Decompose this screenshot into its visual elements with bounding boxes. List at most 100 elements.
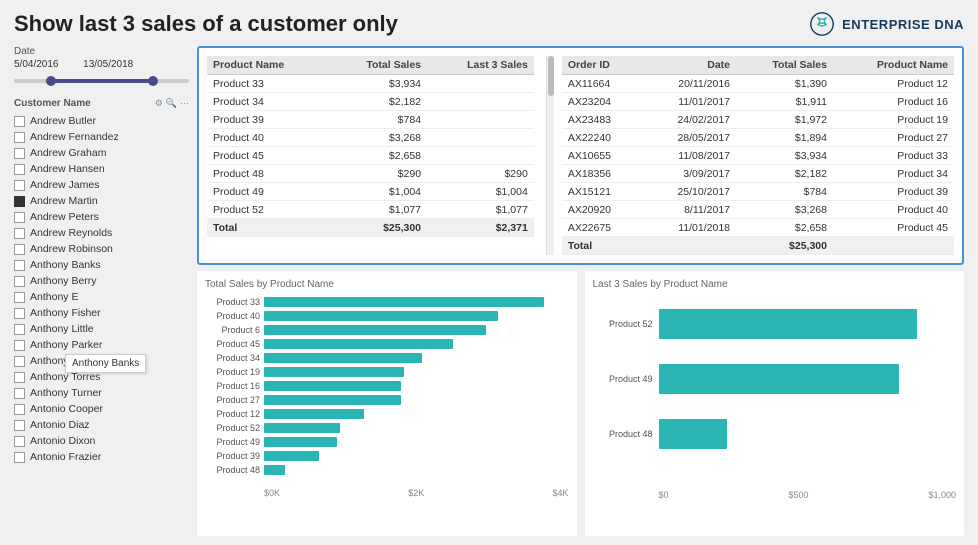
cell-last3: $1,077 — [427, 201, 534, 219]
customer-checkbox[interactable] — [14, 164, 25, 175]
bar-label: Product 6 — [205, 325, 260, 335]
bar-row: Product 45 — [205, 338, 569, 350]
customer-checkbox[interactable] — [14, 372, 25, 383]
table-row: Product 48$290$290 — [207, 165, 534, 183]
customer-checkbox[interactable] — [14, 148, 25, 159]
customer-checkbox[interactable] — [14, 132, 25, 143]
bar-label: Product 16 — [205, 381, 260, 391]
customer-item[interactable]: Anthony Turner — [14, 385, 189, 401]
customer-item[interactable]: Antonio Dixon — [14, 433, 189, 449]
search-icon[interactable]: 🔍 — [166, 98, 177, 109]
customer-checkbox[interactable] — [14, 420, 25, 431]
date-end: 13/05/2018 — [83, 59, 133, 70]
date-slider-thumb-left[interactable] — [46, 76, 56, 86]
customer-checkbox[interactable] — [14, 196, 25, 207]
table-row: Product 34$2,182 — [207, 93, 534, 111]
customer-checkbox[interactable] — [14, 404, 25, 415]
customer-checkbox[interactable] — [14, 180, 25, 191]
cell-product-r: Product 33 — [833, 147, 954, 165]
customer-item[interactable]: Andrew Robinson — [14, 241, 189, 257]
customer-checkbox[interactable] — [14, 260, 25, 271]
axis-label: $0 — [659, 490, 669, 500]
table-row: Product 45$2,658 — [207, 147, 534, 165]
customer-name: Anthony Berry — [30, 275, 97, 287]
bar-track — [264, 311, 569, 321]
table-row: AX1065511/08/2017$3,934Product 33 — [562, 147, 954, 165]
col-total-sales-r: Total Sales — [736, 56, 833, 75]
cell-total-r: $1,972 — [736, 111, 833, 129]
scrollbar-thumb[interactable] — [548, 56, 554, 96]
date-slider-thumb-right[interactable] — [148, 76, 158, 86]
cell-product-r: Product 40 — [833, 201, 954, 219]
customer-item[interactable]: Andrew Fernandez — [14, 129, 189, 145]
customer-checkbox[interactable] — [14, 436, 25, 447]
bar-track — [264, 381, 569, 391]
customer-checkbox[interactable] — [14, 244, 25, 255]
right-table-container: Order ID Date Total Sales Product Name A… — [562, 56, 954, 255]
sidebar: Date 5/04/2016 13/05/2018 Customer Name … — [14, 46, 189, 536]
customer-checkbox[interactable] — [14, 116, 25, 127]
table-row: Product 39$784 — [207, 111, 534, 129]
cell-last3 — [427, 93, 534, 111]
customer-item[interactable]: Andrew Graham — [14, 145, 189, 161]
table-row: Product 52$1,077$1,077 — [207, 201, 534, 219]
filter-icon[interactable]: ⚙ — [155, 98, 163, 109]
bar-label: Product 52 — [205, 423, 260, 433]
customer-item[interactable]: Anthony Banks — [14, 257, 189, 273]
customer-checkbox[interactable] — [14, 292, 25, 303]
customer-name: Andrew Reynolds — [30, 227, 112, 239]
customer-checkbox[interactable] — [14, 388, 25, 399]
date-slider-container[interactable] — [14, 74, 189, 88]
customer-item[interactable]: Antonio Diaz — [14, 417, 189, 433]
table-row: AX1512125/10/2017$784Product 39 — [562, 183, 954, 201]
bar-fill — [264, 381, 401, 391]
more-icon[interactable]: ··· — [180, 98, 189, 109]
customer-item[interactable]: Andrew Martin — [14, 193, 189, 209]
customer-checkbox[interactable] — [14, 356, 25, 367]
customer-item[interactable]: Andrew Peters — [14, 209, 189, 225]
bar-label: Product 27 — [205, 395, 260, 405]
bar-label: Product 19 — [205, 367, 260, 377]
customer-item[interactable]: Anthony Parker — [14, 337, 189, 353]
customer-checkbox[interactable] — [14, 452, 25, 463]
cell-total-total-r: $25,300 — [736, 237, 833, 255]
table-row: AX2224028/05/2017$1,894Product 27 — [562, 129, 954, 147]
customer-item[interactable]: Anthony Little — [14, 321, 189, 337]
cell-last3: $1,004 — [427, 183, 534, 201]
cell-order: AX22240 — [562, 129, 642, 147]
customer-checkbox[interactable] — [14, 212, 25, 223]
customer-checkbox[interactable] — [14, 324, 25, 335]
main-area: Product Name Total Sales Last 3 Sales Pr… — [197, 46, 964, 536]
col-product-name: Product Name — [207, 56, 329, 75]
customer-item[interactable]: Anthony Fisher — [14, 305, 189, 321]
customer-item[interactable]: Andrew James — [14, 177, 189, 193]
customer-list: Andrew ButlerAndrew FernandezAndrew Grah… — [14, 113, 189, 465]
bar-label: Product 49 — [593, 374, 653, 384]
customer-item[interactable]: Andrew Butler — [14, 113, 189, 129]
customer-item[interactable]: Anthony E — [14, 289, 189, 305]
total-row: Total$25,300 — [562, 237, 954, 255]
customer-item[interactable]: Andrew Hansen — [14, 161, 189, 177]
table-scrollbar[interactable] — [546, 56, 554, 255]
customer-item[interactable]: Antonio Frazier — [14, 449, 189, 465]
customer-checkbox[interactable] — [14, 340, 25, 351]
axis-label: $1,000 — [928, 490, 956, 500]
cell-product-r: Product 16 — [833, 93, 954, 111]
date-section: Date 5/04/2016 13/05/2018 — [14, 46, 189, 88]
customer-item[interactable]: Andrew Reynolds — [14, 225, 189, 241]
customer-label: Customer Name — [14, 98, 91, 109]
customer-item[interactable]: Antonio Cooper — [14, 401, 189, 417]
customer-name: Andrew Robinson — [30, 243, 113, 255]
cell-last3 — [427, 129, 534, 147]
bar-row: Product 49 — [593, 361, 957, 396]
customer-name: Antonio Dixon — [30, 435, 95, 447]
customer-item[interactable]: Anthony Berry — [14, 273, 189, 289]
customer-name: Anthony Fisher — [30, 307, 101, 319]
customer-checkbox[interactable] — [14, 276, 25, 287]
table-row: AX209208/11/2017$3,268Product 40 — [562, 201, 954, 219]
customer-checkbox[interactable] — [14, 308, 25, 319]
cell-total-date — [642, 237, 736, 255]
cell-order: AX15121 — [562, 183, 642, 201]
customer-checkbox[interactable] — [14, 228, 25, 239]
cell-date: 20/11/2016 — [642, 75, 736, 93]
